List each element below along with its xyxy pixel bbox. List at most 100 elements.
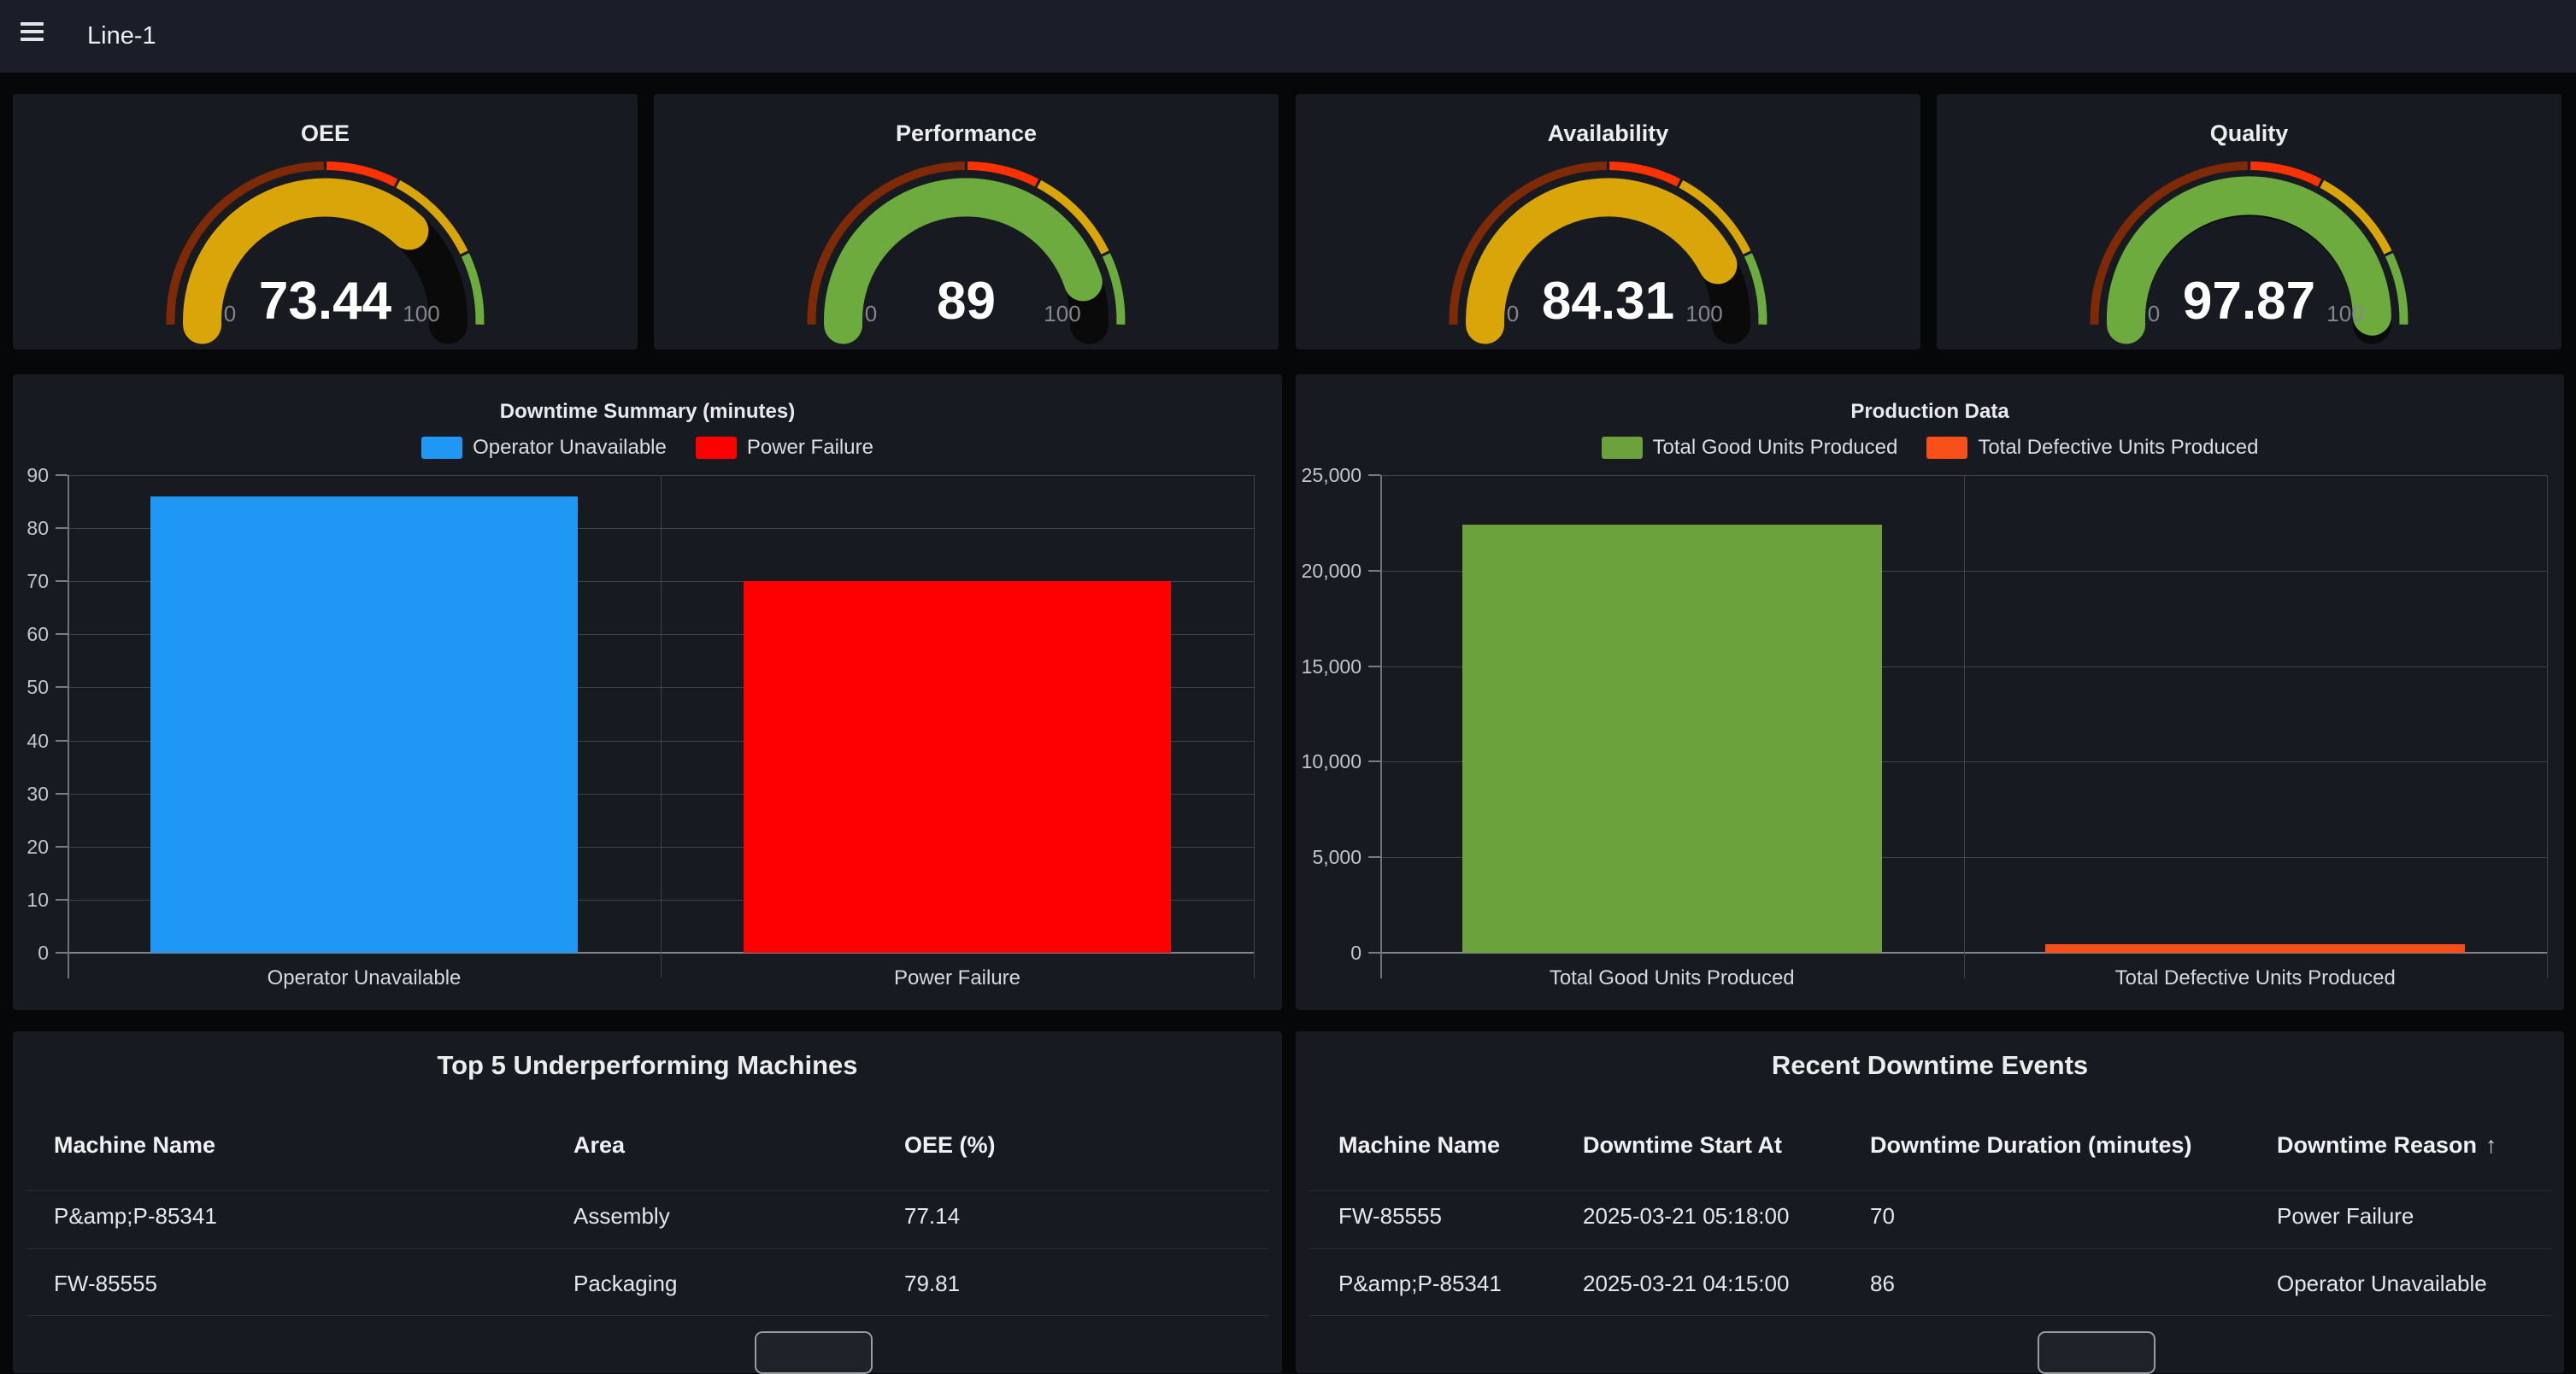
y-tick (56, 899, 68, 901)
y-tick-label: 10,000 (1242, 749, 1362, 774)
table-cell: FW-85555 (1338, 1202, 1442, 1230)
y-tick-label: 70 (0, 568, 49, 594)
gauge-value: 89 (654, 271, 1279, 332)
top-bar: Line-1 (0, 0, 2576, 73)
column-header-machine-name[interactable]: Machine Name (1338, 1131, 1500, 1159)
column-header-label: Downtime Reason (2277, 1132, 2477, 1158)
gauge-max-label: 100 (2307, 301, 2384, 327)
x-category-label: Total Good Units Produced (1380, 966, 1964, 991)
gauge-value: 73.44 (13, 271, 638, 332)
y-tick (1368, 570, 1380, 572)
row-separator (26, 1190, 1269, 1191)
y-axis-line (68, 475, 69, 978)
y-tick (56, 527, 68, 529)
y-tick-label: 80 (0, 515, 49, 541)
panel-production-data: Production Data Total Good Units Produce… (1296, 374, 2564, 1010)
panel-top5-underperforming: Top 5 Underperforming Machines Machine N… (13, 1031, 1282, 1373)
y-tick (1368, 760, 1380, 762)
y-tick-label: 0 (1242, 940, 1362, 966)
gridline-vertical (661, 475, 662, 978)
column-header-label: Area (573, 1132, 625, 1158)
bar[interactable] (744, 581, 1171, 953)
gauge-value: 84.31 (1296, 271, 1920, 332)
gauge-max-label: 100 (1666, 301, 1743, 327)
dashboard-title: Line-1 (87, 0, 156, 73)
gauge-min-label: 0 (832, 301, 909, 327)
column-header-label: Downtime Duration (minutes) (1870, 1132, 2192, 1158)
gridline-vertical (1964, 475, 1965, 978)
table-cell: 2025-03-21 04:15:00 (1583, 1270, 1789, 1297)
gauge-max-label: 100 (1024, 301, 1101, 327)
panel-availability: Availability 84.31 0 100 (1296, 94, 1920, 349)
y-tick-label: 50 (0, 674, 49, 700)
y-tick-label: 20 (0, 834, 49, 860)
top5-table: Machine Name Area OEE (%) P&amp;P-85341 Asse… (13, 1031, 1282, 1373)
y-tick-label: 30 (0, 781, 49, 807)
column-header-downtime-start-at[interactable]: Downtime Start At (1583, 1131, 1782, 1159)
pagination-button[interactable] (755, 1331, 873, 1374)
column-header-label: OEE (%) (904, 1132, 996, 1158)
x-category-label: Total Defective Units Produced (1964, 966, 2548, 991)
y-tick (56, 580, 68, 582)
table-cell: 2025-03-21 05:18:00 (1583, 1202, 1789, 1230)
column-header-label: Machine Name (54, 1132, 215, 1158)
downtime-summary-plot: 0102030405060708090Operator UnavailableP… (13, 374, 1282, 1010)
row-separator (1309, 1248, 2551, 1249)
row-separator (26, 1315, 1269, 1316)
hamburger-menu-icon[interactable] (21, 22, 46, 50)
y-tick (56, 952, 68, 954)
panel-quality: Quality 97.87 0 100 (1937, 94, 2561, 349)
panel-recent-downtime-events: Recent Downtime Events Machine NameDownt… (1296, 1031, 2564, 1373)
table-cell: P&amp;P-85341 (54, 1202, 217, 1230)
y-tick (56, 474, 68, 476)
gauge-min-label: 0 (191, 301, 268, 327)
column-header-downtime-reason[interactable]: Downtime Reason ↑ (2277, 1131, 2497, 1159)
x-category-label: Operator Unavailable (68, 966, 661, 991)
y-tick (1368, 856, 1380, 858)
y-tick (56, 633, 68, 635)
y-tick (1368, 474, 1380, 476)
table-cell: 79.81 (904, 1270, 960, 1297)
panel-oee: OEE 73.44 0 100 (13, 94, 638, 349)
row-separator (1309, 1190, 2551, 1191)
y-tick (1368, 666, 1380, 667)
y-tick-label: 60 (0, 621, 49, 647)
column-header-downtime-duration-minutes[interactable]: Downtime Duration (minutes) (1870, 1131, 2192, 1159)
sort-asc-icon: ↑ (2485, 1132, 2497, 1158)
table-cell: Assembly (573, 1202, 670, 1230)
y-tick (56, 686, 68, 688)
plot-border-right (2547, 475, 2548, 978)
column-header-machine-name[interactable]: Machine Name (54, 1131, 215, 1159)
table-cell: FW-85555 (54, 1270, 157, 1297)
gauge-min-label: 0 (2115, 301, 2192, 327)
y-tick-label: 20,000 (1242, 558, 1362, 584)
y-tick-label: 40 (0, 728, 49, 754)
column-header-area[interactable]: Area (573, 1131, 625, 1159)
table-cell: 70 (1870, 1202, 1895, 1230)
y-axis-line (1380, 475, 1382, 978)
bar[interactable] (2045, 944, 2465, 953)
table-cell: Power Failure (2277, 1202, 2414, 1230)
row-separator (1309, 1315, 2551, 1316)
gauge-min-label: 0 (1474, 301, 1551, 327)
pagination-button[interactable] (2038, 1331, 2155, 1374)
y-tick-label: 5,000 (1242, 844, 1362, 870)
y-tick (56, 793, 68, 795)
panel-performance: Performance 89 0 100 (654, 94, 1279, 349)
y-tick-label: 90 (0, 462, 49, 488)
y-tick (56, 740, 68, 742)
row-separator (26, 1248, 1269, 1249)
column-header-label: Machine Name (1338, 1132, 1500, 1158)
y-tick-label: 15,000 (1242, 654, 1362, 679)
gauge-max-label: 100 (383, 301, 460, 327)
column-header-label: Downtime Start At (1583, 1132, 1782, 1158)
column-header-oee[interactable]: OEE (%) (904, 1131, 996, 1159)
bar[interactable] (150, 496, 578, 953)
production-data-plot: 05,00010,00015,00020,00025,000Total Good… (1296, 374, 2564, 1010)
y-tick-label: 0 (0, 940, 49, 966)
x-category-label: Power Failure (661, 966, 1254, 991)
bar[interactable] (1462, 525, 1882, 953)
y-tick (1368, 952, 1380, 954)
table-cell: Operator Unavailable (2277, 1270, 2487, 1297)
y-tick (56, 846, 68, 848)
